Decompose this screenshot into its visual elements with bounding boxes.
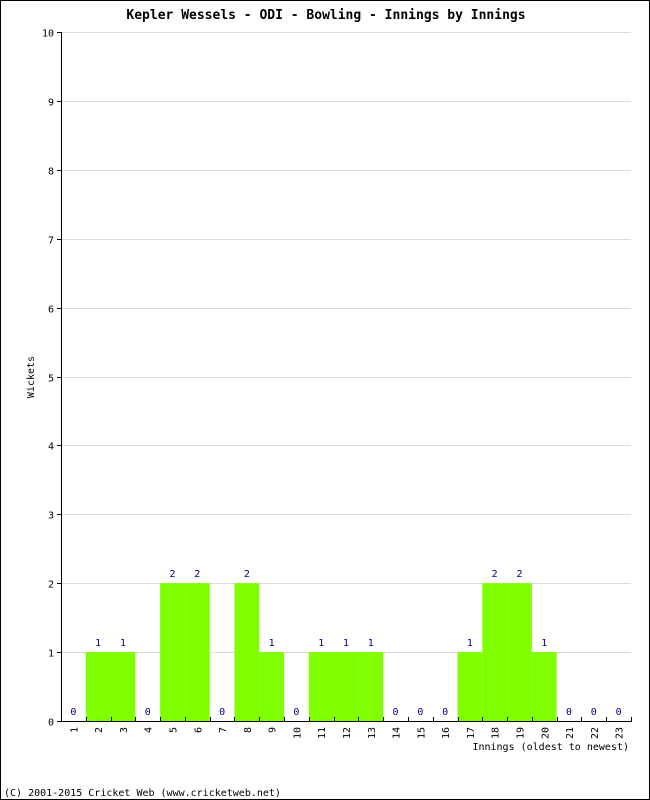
data-label-14: 0 (393, 707, 399, 718)
x-tick-label-17: 17 (466, 727, 477, 739)
y-tick-label-3: 3 (48, 511, 54, 522)
data-label-9: 1 (269, 638, 275, 649)
data-label-4: 0 (145, 707, 151, 718)
y-tick-label-6: 6 (48, 305, 54, 316)
chart: Kepler Wessels - ODI - Bowling - Innings… (4, 8, 632, 799)
x-tick-label-8: 8 (243, 727, 254, 733)
data-label-22: 0 (591, 707, 597, 718)
y-tick-label-2: 2 (48, 580, 54, 591)
bar-13 (358, 652, 384, 721)
data-label-16: 0 (442, 707, 448, 718)
data-label-2: 1 (95, 638, 101, 649)
bar-9 (259, 652, 285, 721)
bar-20 (531, 652, 557, 721)
x-tick-label-19: 19 (515, 727, 526, 739)
data-label-18: 2 (492, 569, 498, 580)
x-tick-label-3: 3 (119, 727, 130, 733)
chart-frame: Kepler Wessels - ODI - Bowling - Innings… (0, 0, 650, 800)
data-label-13: 1 (368, 638, 374, 649)
y-axis-label: Wickets (26, 356, 37, 398)
bar-11 (308, 652, 334, 721)
x-tick-label-20: 20 (540, 727, 551, 739)
data-label-17: 1 (467, 638, 473, 649)
data-label-12: 1 (343, 638, 349, 649)
x-tick-label-12: 12 (342, 727, 353, 739)
data-label-1: 0 (70, 707, 76, 718)
data-label-7: 0 (219, 707, 225, 718)
x-tick-label-22: 22 (590, 727, 601, 739)
data-label-3: 1 (120, 638, 126, 649)
data-label-15: 0 (417, 707, 423, 718)
y-tick-label-8: 8 (48, 167, 54, 178)
y-tick-label-1: 1 (48, 649, 54, 660)
data-label-20: 1 (541, 638, 547, 649)
bar-18 (482, 583, 508, 721)
x-tick-label-18: 18 (491, 727, 502, 739)
data-label-8: 2 (244, 569, 250, 580)
x-tick-label-1: 1 (69, 727, 80, 733)
y-tick-label-9: 9 (48, 98, 54, 109)
x-tick-label-7: 7 (218, 727, 229, 733)
data-label-19: 2 (516, 569, 522, 580)
x-tick-label-21: 21 (565, 727, 576, 739)
data-label-11: 1 (318, 638, 324, 649)
data-label-21: 0 (566, 707, 572, 718)
x-tick-label-14: 14 (392, 727, 403, 739)
bar-12 (333, 652, 359, 721)
grid (61, 32, 631, 653)
x-tick-label-5: 5 (169, 727, 180, 733)
y-tick-label-4: 4 (48, 442, 54, 453)
x-tick-label-9: 9 (268, 727, 279, 733)
x-tick-label-23: 23 (615, 727, 626, 739)
bar-6 (184, 583, 210, 721)
x-tick-label-15: 15 (416, 727, 427, 739)
y-tick-label-5: 5 (48, 374, 54, 385)
bar-19 (507, 583, 532, 721)
copyright-footer: (C) 2001-2015 Cricket Web (www.cricketwe… (4, 788, 281, 799)
x-tick-label-13: 13 (367, 727, 378, 739)
bar-17 (457, 652, 483, 721)
y-ticks: 0 1 2 3 4 5 6 7 8 9 10 (42, 29, 61, 729)
x-tick-label-11: 11 (317, 727, 328, 739)
x-tick-label-2: 2 (94, 727, 105, 733)
data-label-6: 2 (194, 569, 200, 580)
x-tick-label-16: 16 (441, 727, 452, 739)
x-tick-label-6: 6 (193, 727, 204, 733)
y-tick-label-10: 10 (42, 29, 54, 40)
bar-2 (85, 652, 111, 721)
bar-8 (234, 583, 260, 721)
x-tick-label-10: 10 (292, 727, 303, 739)
y-tick-label-0: 0 (48, 718, 54, 729)
data-label-23: 0 (616, 707, 622, 718)
bar-3 (110, 652, 136, 721)
data-label-5: 2 (170, 569, 176, 580)
y-tick-label-7: 7 (48, 236, 54, 247)
x-axis-label: Innings (oldest to newest) (472, 742, 629, 753)
x-tick-label-4: 4 (144, 727, 155, 733)
data-label-10: 0 (293, 707, 299, 718)
axes (61, 32, 632, 722)
bar-5 (160, 583, 185, 721)
chart-title: Kepler Wessels - ODI - Bowling - Innings… (126, 8, 525, 23)
